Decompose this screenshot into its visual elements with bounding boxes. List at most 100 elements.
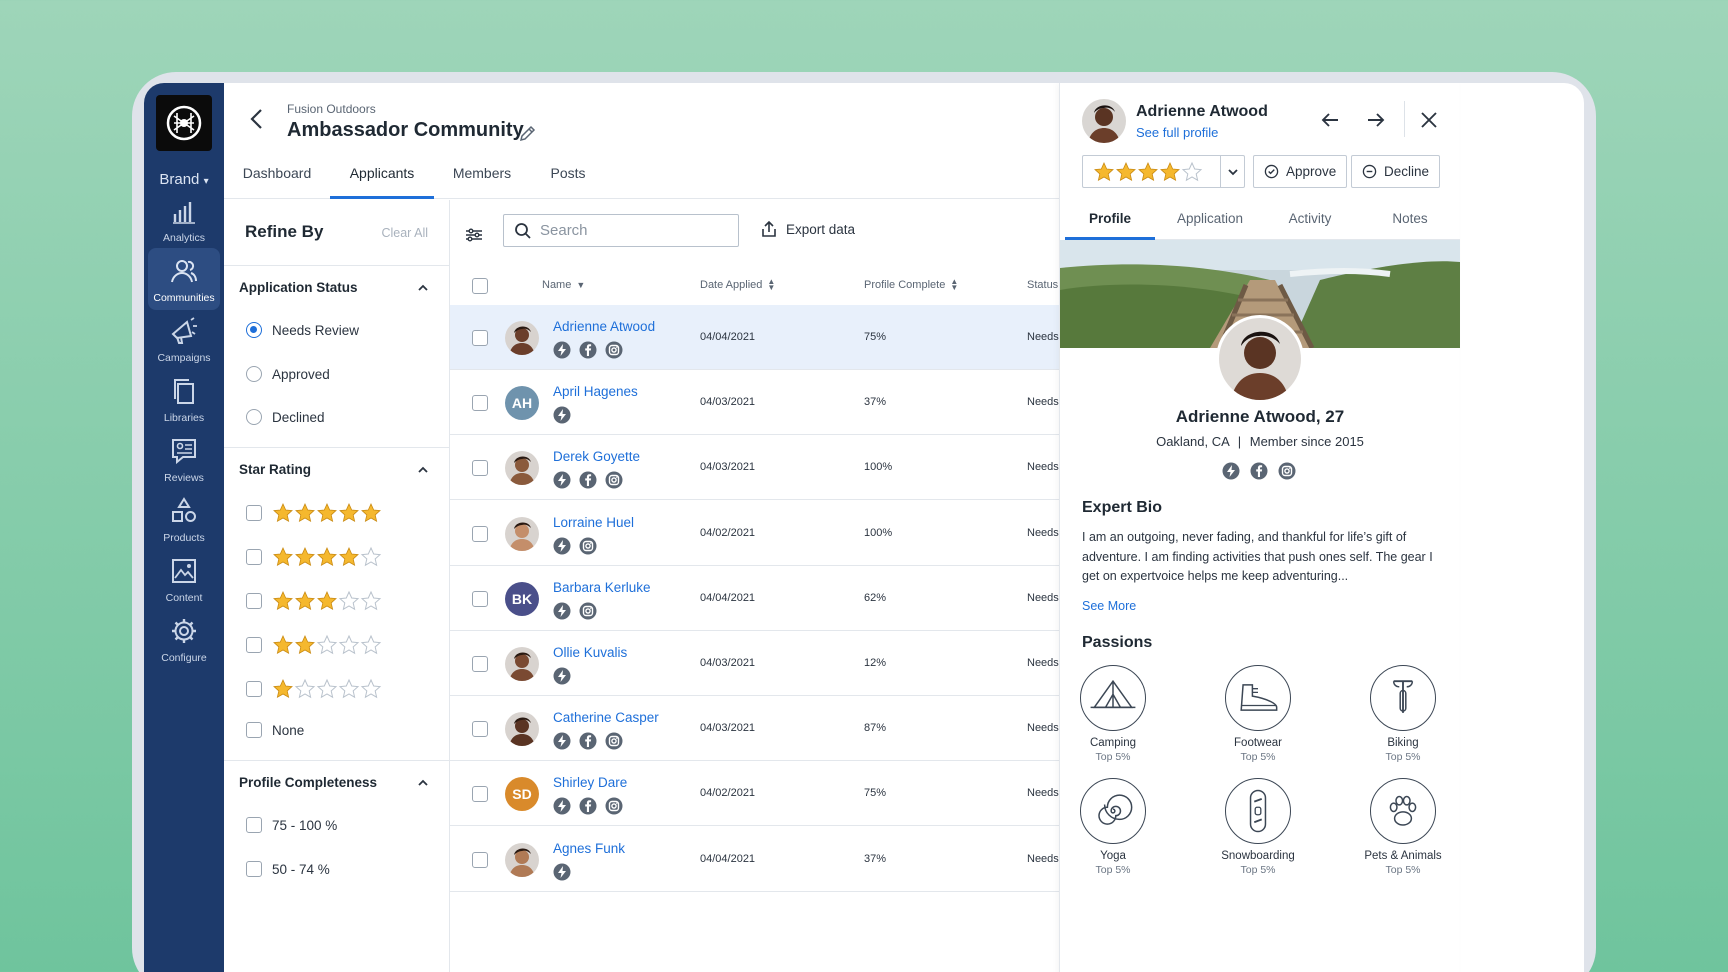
checkbox[interactable] bbox=[246, 505, 262, 521]
checkbox-50-74[interactable]: 50 - 74 % bbox=[246, 861, 330, 877]
applicant-name-link[interactable]: Catherine Casper bbox=[553, 710, 659, 725]
passion-item[interactable]: Footwear Top 5% bbox=[1203, 665, 1313, 763]
column-header-profile[interactable]: Profile Complete ▲ ▼ bbox=[864, 278, 958, 292]
row-checkbox[interactable] bbox=[472, 656, 488, 672]
checkbox-75-100[interactable]: 75 - 100 % bbox=[246, 817, 337, 833]
tab-profile[interactable]: Profile bbox=[1065, 211, 1155, 240]
instagram-icon[interactable] bbox=[605, 341, 623, 359]
radio-button[interactable] bbox=[246, 409, 262, 425]
approve-button[interactable]: Approve bbox=[1253, 155, 1348, 188]
table-row[interactable]: AH April Hagenes 04/03/2021 37% Needs bbox=[450, 370, 1060, 436]
arrow-left-icon[interactable] bbox=[1319, 109, 1341, 131]
applicant-name-link[interactable]: Adrienne Atwood bbox=[553, 319, 655, 334]
facebook-icon[interactable] bbox=[1250, 462, 1268, 480]
star-filter-2[interactable] bbox=[246, 634, 382, 656]
row-checkbox[interactable] bbox=[472, 460, 488, 477]
star-filter-5[interactable] bbox=[246, 502, 382, 524]
bolt-icon[interactable] bbox=[553, 732, 571, 750]
tab-application[interactable]: Application bbox=[1165, 211, 1255, 240]
star-filter-1[interactable] bbox=[246, 678, 382, 700]
star-filter-4[interactable] bbox=[246, 546, 382, 568]
row-checkbox[interactable] bbox=[472, 395, 488, 412]
bolt-icon[interactable] bbox=[553, 863, 571, 881]
star-rating[interactable] bbox=[1083, 161, 1220, 183]
applicant-name-link[interactable]: Barbara Kerluke bbox=[553, 580, 651, 595]
table-row[interactable]: Ollie Kuvalis 04/03/2021 12% Needs bbox=[450, 631, 1060, 696]
rating-dropdown[interactable] bbox=[1220, 156, 1244, 187]
rail-item-libraries[interactable]: Libraries bbox=[148, 368, 220, 430]
star-filter-3[interactable] bbox=[246, 590, 382, 612]
instagram-icon[interactable] bbox=[605, 732, 623, 750]
checkbox[interactable] bbox=[246, 637, 262, 653]
bolt-icon[interactable] bbox=[553, 667, 571, 685]
applicant-name-link[interactable]: Lorraine Huel bbox=[553, 515, 634, 530]
passion-item[interactable]: Biking Top 5% bbox=[1348, 665, 1458, 763]
checkbox[interactable] bbox=[246, 593, 262, 609]
column-header-status[interactable]: Status bbox=[1027, 279, 1058, 291]
rating-selector[interactable] bbox=[1082, 155, 1245, 188]
search-input[interactable] bbox=[540, 222, 730, 239]
tab-posts[interactable]: Posts bbox=[530, 163, 606, 199]
checkbox[interactable] bbox=[246, 681, 262, 697]
export-data-button[interactable]: Export data bbox=[760, 220, 855, 238]
rail-item-products[interactable]: Products bbox=[148, 488, 220, 550]
chevron-up-icon[interactable] bbox=[417, 777, 429, 789]
applicant-name-link[interactable]: Agnes Funk bbox=[553, 841, 625, 856]
rail-item-communities[interactable]: Communities bbox=[148, 248, 220, 310]
table-row[interactable]: Lorraine Huel 04/02/2021 100% Needs bbox=[450, 501, 1060, 566]
applicant-name-link[interactable]: Derek Goyette bbox=[553, 449, 640, 464]
checkbox[interactable] bbox=[246, 722, 262, 738]
checkbox[interactable] bbox=[246, 817, 262, 833]
brand-switcher[interactable]: Brand ▾ bbox=[144, 171, 224, 188]
radio-declined[interactable]: Declined bbox=[246, 409, 325, 425]
checkbox-none[interactable]: None bbox=[246, 722, 304, 738]
rail-item-content[interactable]: Content bbox=[148, 548, 220, 610]
rail-item-campaigns[interactable]: Campaigns bbox=[148, 308, 220, 370]
radio-button[interactable] bbox=[246, 322, 262, 338]
breadcrumb[interactable]: Fusion Outdoors bbox=[287, 102, 376, 116]
filter-sliders-icon[interactable] bbox=[464, 225, 484, 245]
pencil-icon[interactable] bbox=[518, 125, 536, 143]
passion-item[interactable]: Snowboarding Top 5% bbox=[1203, 778, 1313, 876]
instagram-icon[interactable] bbox=[579, 537, 597, 555]
facebook-icon[interactable] bbox=[579, 732, 597, 750]
instagram-icon[interactable] bbox=[1278, 462, 1296, 480]
search-box[interactable] bbox=[503, 214, 739, 247]
decline-button[interactable]: Decline bbox=[1351, 155, 1441, 188]
table-row[interactable]: Derek Goyette 04/03/2021 100% Needs bbox=[450, 435, 1060, 501]
table-row[interactable]: Agnes Funk 04/04/2021 37% Needs bbox=[450, 827, 1060, 892]
chevron-up-icon[interactable] bbox=[417, 464, 429, 476]
radio-needs-review[interactable]: Needs Review bbox=[246, 322, 359, 338]
tab-applicants[interactable]: Applicants bbox=[330, 163, 434, 199]
passion-item[interactable]: Yoga Top 5% bbox=[1058, 778, 1168, 876]
bolt-icon[interactable] bbox=[553, 537, 571, 555]
instagram-icon[interactable] bbox=[605, 797, 623, 815]
bolt-icon[interactable] bbox=[553, 341, 571, 359]
checkbox[interactable] bbox=[246, 549, 262, 565]
facebook-icon[interactable] bbox=[579, 471, 597, 489]
tab-notes[interactable]: Notes bbox=[1365, 211, 1455, 240]
back-arrow-icon[interactable] bbox=[244, 105, 272, 133]
row-checkbox[interactable] bbox=[472, 851, 488, 868]
bolt-icon[interactable] bbox=[1222, 462, 1240, 480]
facebook-icon[interactable] bbox=[579, 797, 597, 815]
table-row[interactable]: Catherine Casper 04/03/2021 87% Needs bbox=[450, 696, 1060, 762]
bolt-icon[interactable] bbox=[553, 797, 571, 815]
select-all-checkbox[interactable] bbox=[472, 278, 488, 294]
tab-dashboard[interactable]: Dashboard bbox=[224, 163, 330, 199]
app-logo[interactable] bbox=[156, 95, 212, 151]
instagram-icon[interactable] bbox=[579, 602, 597, 620]
applicant-name-link[interactable]: Shirley Dare bbox=[553, 775, 627, 790]
radio-approved[interactable]: Approved bbox=[246, 366, 330, 382]
instagram-icon[interactable] bbox=[605, 471, 623, 489]
rail-item-reviews[interactable]: Reviews bbox=[148, 428, 220, 490]
row-checkbox[interactable] bbox=[472, 721, 488, 738]
close-icon[interactable] bbox=[1418, 109, 1440, 131]
tab-members[interactable]: Members bbox=[434, 163, 530, 199]
see-more-link[interactable]: See More bbox=[1082, 599, 1136, 613]
table-row[interactable]: SD Shirley Dare 04/02/2021 75% Needs bbox=[450, 761, 1060, 827]
passion-item[interactable]: Camping Top 5% bbox=[1058, 665, 1168, 763]
facebook-icon[interactable] bbox=[579, 341, 597, 359]
bolt-icon[interactable] bbox=[553, 602, 571, 620]
tab-activity[interactable]: Activity bbox=[1265, 211, 1355, 240]
